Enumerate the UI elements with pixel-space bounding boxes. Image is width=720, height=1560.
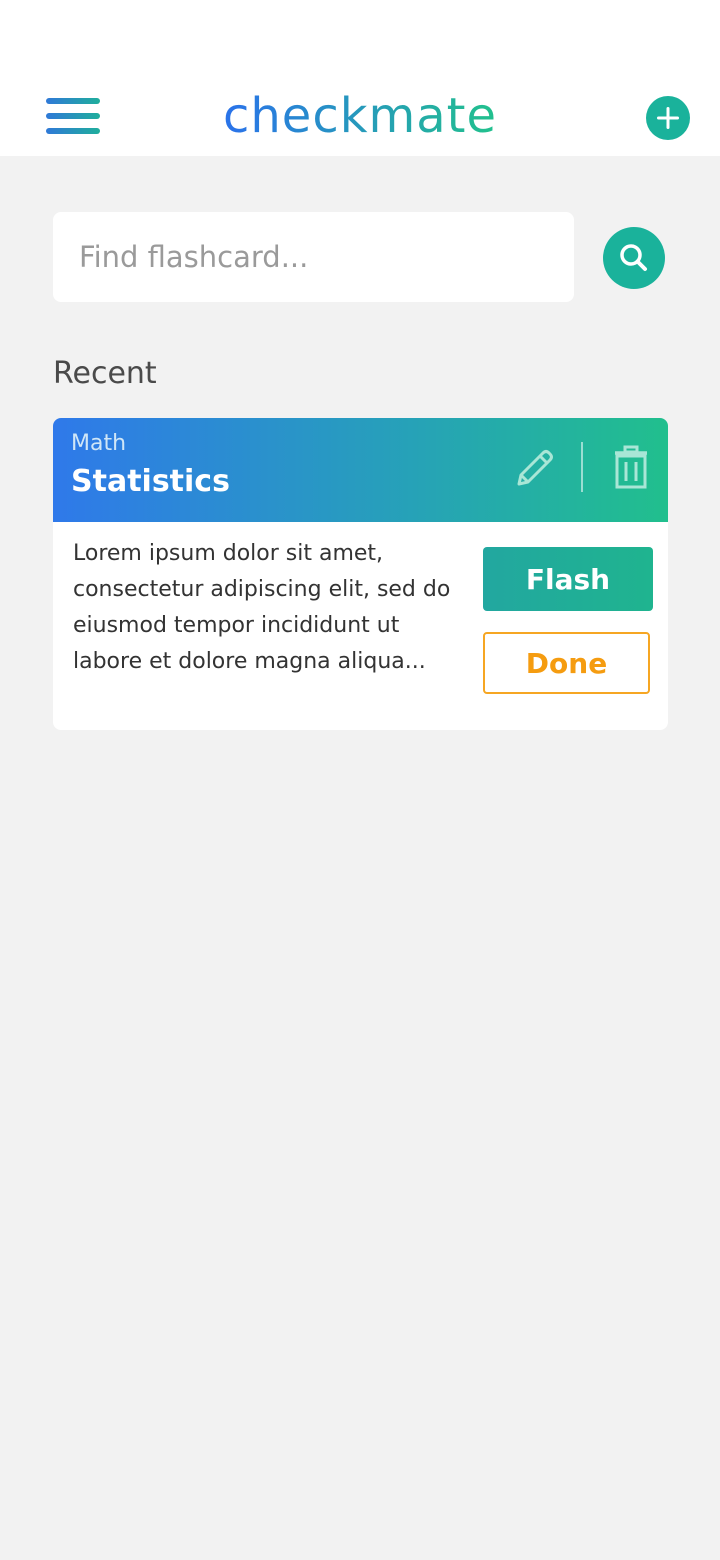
search-box: [53, 212, 574, 302]
flashcard-header: Math Statistics: [53, 418, 668, 522]
top-app-bar: checkmate: [0, 0, 720, 156]
app-title: checkmate: [200, 86, 520, 146]
add-flashcard-button[interactable]: [646, 96, 690, 140]
flashcard-body-text: Lorem ipsum dolor sit amet, consectetur …: [73, 541, 451, 674]
pencil-icon: [517, 450, 553, 486]
search-input[interactable]: [53, 212, 574, 302]
delete-flashcard-button[interactable]: [609, 444, 653, 492]
search-icon: [620, 244, 647, 271]
plus-icon: [657, 107, 679, 129]
hamburger-menu-icon[interactable]: [46, 98, 100, 138]
recent-section-title: Recent: [53, 356, 157, 391]
menu-bar-line: [46, 98, 100, 104]
flashcard-subject: Math: [71, 431, 127, 456]
menu-bar-line: [46, 128, 100, 134]
flashcard-card: Math Statistics Lorem ipsum dolor sit am…: [53, 418, 668, 730]
menu-bar-line: [46, 113, 100, 119]
done-button[interactable]: Done: [483, 632, 650, 694]
header-divider: [581, 442, 583, 492]
trash-icon: [615, 445, 647, 489]
edit-flashcard-button[interactable]: [511, 444, 559, 492]
flash-button[interactable]: Flash: [483, 547, 653, 611]
search-button[interactable]: [603, 227, 665, 289]
flashcard-title: Statistics: [71, 464, 230, 499]
